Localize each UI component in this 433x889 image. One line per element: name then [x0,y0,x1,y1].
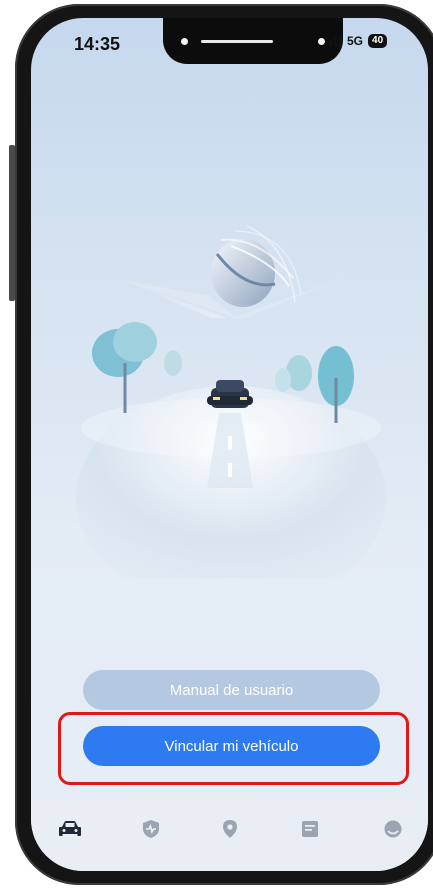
link-vehicle-button[interactable]: Vincular mi vehículo [83,726,380,766]
status-time: 14:35 [74,34,121,54]
battery-icon: 40 [368,34,388,48]
car-silhouette [207,380,253,408]
tab-profile[interactable] [378,814,408,844]
profile-icon [384,820,402,838]
tab-bar [31,800,428,871]
location-pin-icon [223,820,237,838]
tab-messages[interactable] [295,814,325,844]
shield-heart-icon [143,820,159,838]
satellite-sphere [211,225,302,307]
tab-vehicle-health[interactable] [136,814,166,844]
app-screen: 14:35 5G 40 Manual de usuario Vincular m… [31,18,428,871]
status-indicators: 5G 40 [324,34,388,48]
camera-dot [181,38,188,45]
notch [163,18,343,64]
network-label: 5G [347,34,364,48]
tab-location[interactable] [215,814,245,844]
speaker-line [201,40,273,43]
vehicle-illustration [76,225,386,578]
signal-icon [324,35,342,47]
user-manual-button[interactable]: Manual de usuario [83,670,380,710]
message-icon [302,821,318,837]
car-icon [59,821,81,836]
tab-car[interactable] [55,814,85,844]
